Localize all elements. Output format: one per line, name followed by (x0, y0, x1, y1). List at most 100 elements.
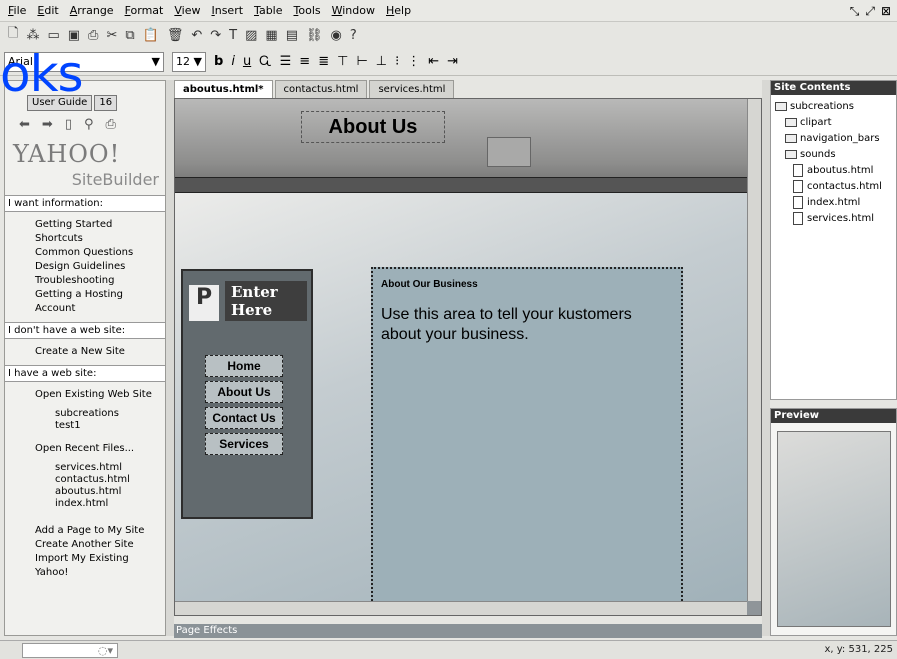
link-create-site[interactable]: Create a New Site (5, 345, 165, 359)
link-troubleshooting[interactable]: Troubleshooting (5, 274, 165, 288)
tree-file-label: aboutus.html (807, 165, 874, 176)
align-right-icon[interactable]: ≣ (318, 54, 329, 69)
tab-number[interactable]: 16 (94, 95, 118, 111)
help-icon[interactable]: ? (350, 28, 357, 43)
recent-file[interactable]: aboutus.html (5, 486, 165, 498)
recent-file[interactable]: index.html (5, 498, 165, 510)
link-add-page[interactable]: Add a Page to My Site (5, 524, 165, 538)
text-effects-icon[interactable]: Ꮹ (259, 54, 271, 69)
new-page-icon[interactable]: 🗋 (8, 24, 18, 46)
numbered-list-icon[interactable]: ⋮ (407, 54, 420, 69)
menu-table[interactable]: Table (254, 4, 282, 17)
content-heading[interactable]: About Our Business (381, 279, 478, 290)
paste-icon[interactable]: 📋 (143, 28, 159, 43)
bookmark-icon[interactable]: ▯ (65, 117, 72, 132)
link-import-yahoo[interactable]: Import My Existing Yahoo! (5, 552, 165, 580)
cut-icon[interactable]: ✂ (106, 28, 117, 43)
menu-tools[interactable]: Tools (294, 4, 321, 17)
align-center-icon[interactable]: ≡ (299, 54, 310, 69)
page-effects-bar[interactable]: Page Effects (174, 624, 762, 638)
menu-help[interactable]: Help (386, 4, 411, 17)
link-getting-started[interactable]: Getting Started (5, 218, 165, 232)
back-icon[interactable]: ⬅ (19, 117, 30, 132)
design-canvas[interactable]: About Us P Enter Here Home About Us Cont… (174, 98, 762, 616)
forward-icon[interactable]: ➡ (42, 117, 53, 132)
tree-file[interactable]: contactus.html (775, 179, 896, 195)
close-icon[interactable]: ⊠ (881, 4, 891, 19)
content-text-box[interactable]: About Our Business Use this area to tell… (371, 267, 683, 613)
nav-home[interactable]: Home (205, 355, 283, 377)
table-icon[interactable]: ▦ (265, 28, 277, 43)
tree-folder[interactable]: clipart (775, 115, 896, 131)
size-select[interactable]: 12 ▼ (172, 51, 206, 72)
save-icon[interactable]: ▣ (68, 28, 80, 43)
vertical-scrollbar[interactable] (747, 99, 761, 601)
nav-contact-us[interactable]: Contact Us (205, 407, 283, 429)
menu-arrange[interactable]: Arrange (70, 4, 114, 17)
link-icon[interactable]: ⛓ (306, 28, 323, 43)
recent-file[interactable]: contactus.html (5, 474, 165, 486)
site-link[interactable]: test1 (5, 420, 165, 432)
link-shortcuts[interactable]: Shortcuts (5, 232, 165, 246)
left-splitter[interactable] (166, 80, 174, 636)
text-box-icon[interactable]: T (229, 28, 237, 43)
site-link[interactable]: subcreations (5, 408, 165, 420)
form-icon[interactable]: ▤ (286, 28, 298, 43)
underline-icon[interactable]: u (243, 54, 251, 69)
align-left-icon[interactable]: ☰ (280, 54, 292, 69)
preview-icon[interactable]: ◉ (331, 28, 342, 43)
undo-icon[interactable]: ↶ (191, 28, 202, 43)
tab-contactus[interactable]: contactus.html (274, 80, 368, 98)
outdent-icon[interactable]: ⇤ (428, 54, 439, 69)
right-splitter[interactable] (762, 80, 770, 636)
horizontal-scrollbar[interactable] (175, 601, 747, 615)
bold-icon[interactable]: b (214, 54, 223, 69)
menu-format[interactable]: Format (125, 4, 164, 17)
maximize-icon[interactable]: ⤢ (865, 4, 875, 19)
image-icon[interactable]: ▨ (245, 28, 257, 43)
page-title[interactable]: About Us (301, 111, 445, 143)
valign-bottom-icon[interactable]: ⊥ (376, 54, 387, 69)
nav-services[interactable]: Services (205, 433, 283, 455)
tree-file[interactable]: aboutus.html (775, 163, 896, 179)
menu-window[interactable]: Window (332, 4, 375, 17)
link-common-questions[interactable]: Common Questions (5, 246, 165, 260)
restore-icon[interactable]: ⤡ (850, 4, 860, 19)
menu-view[interactable]: View (174, 4, 200, 17)
link-open-recent[interactable]: Open Recent Files... (5, 442, 165, 456)
bullet-list-icon[interactable]: ⁝ (395, 54, 399, 69)
content-body[interactable]: Use this area to tell your kustomers abo… (381, 305, 671, 345)
menu-insert[interactable]: Insert (211, 4, 243, 17)
delete-icon[interactable]: 🗑 (167, 28, 184, 43)
link-hosting-account[interactable]: Getting a Hosting Account (5, 288, 165, 316)
tree-root[interactable]: subcreations (775, 99, 896, 115)
tab-services[interactable]: services.html (369, 80, 455, 98)
menu-edit[interactable]: Edit (37, 4, 58, 17)
copy-icon[interactable]: ⧉ (125, 28, 134, 43)
window-controls: ⤡ ⤢ ⊠ (850, 4, 891, 19)
tree-file[interactable]: index.html (775, 195, 896, 211)
link-design-guidelines[interactable]: Design Guidelines (5, 260, 165, 274)
tree-folder[interactable]: sounds (775, 147, 896, 163)
italic-icon[interactable]: i (231, 54, 235, 69)
open-icon[interactable]: ▭ (47, 28, 59, 43)
file-icon (793, 163, 803, 177)
print-icon[interactable]: ⎙ (88, 28, 98, 43)
redo-icon[interactable]: ↷ (210, 28, 221, 43)
tree-folder[interactable]: navigation_bars (775, 131, 896, 147)
new-site-icon[interactable]: ⁂ (26, 28, 39, 43)
link-open-existing[interactable]: Open Existing Web Site (5, 388, 165, 402)
recent-file[interactable]: services.html (5, 462, 165, 474)
menu-file[interactable]: File (8, 4, 26, 17)
tree-file[interactable]: services.html (775, 211, 896, 227)
search-icon[interactable]: ⚲ (84, 117, 94, 132)
nav-about-us[interactable]: About Us (205, 381, 283, 403)
valign-top-icon[interactable]: ⊤ (337, 54, 348, 69)
link-create-another[interactable]: Create Another Site (5, 538, 165, 552)
print-icon[interactable]: ⎙ (106, 117, 116, 132)
preview-thumbnail[interactable] (777, 431, 891, 627)
indent-icon[interactable]: ⇥ (447, 54, 458, 69)
valign-middle-icon[interactable]: ⊢ (356, 54, 367, 69)
tab-aboutus[interactable]: aboutus.html* (174, 80, 273, 98)
status-dropdown[interactable]: ◌▾ (22, 643, 118, 658)
